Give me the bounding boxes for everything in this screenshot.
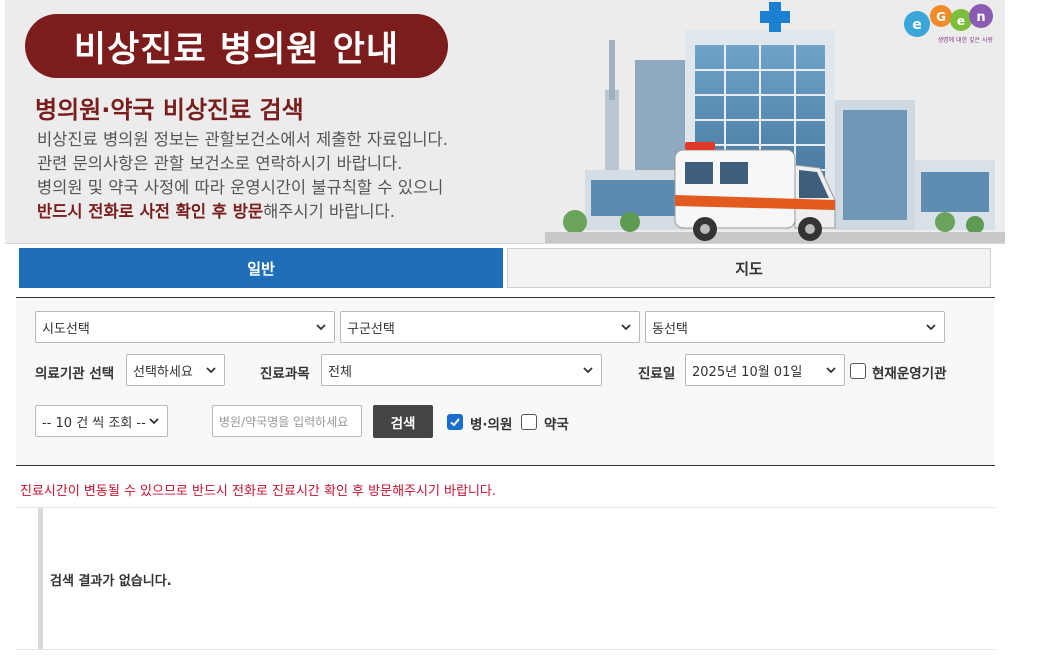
banner-line-1: 비상진료 병의원 정보는 관할보건소에서 제출한 자료입니다. bbox=[37, 130, 448, 149]
dong-select[interactable]: 동선택 bbox=[645, 311, 945, 343]
banner-line-4: 반드시 전화로 사전 확인 후 방문해주시기 바랍니다. bbox=[37, 200, 448, 224]
institution-select[interactable]: 선택하세요 bbox=[126, 354, 225, 386]
logo-tagline: 생명에 대한 깊은 사랑 bbox=[937, 37, 993, 44]
tab-map[interactable]: 지도 bbox=[507, 248, 991, 288]
banner: 비상진료 병의원 안내 병의원·약국 비상진료 검색 비상진료 병의원 정보는 … bbox=[5, 0, 1005, 244]
banner-line-4-rest: 해주시기 바랍니다. bbox=[263, 202, 395, 221]
svg-text:G: G bbox=[936, 10, 946, 24]
banner-subtitle: 병의원·약국 비상진료 검색 bbox=[35, 96, 304, 124]
search-panel: 시도선택 구군선택 동선택 의료기관 선택 선택하세요 진료과목 전체 진료일 … bbox=[16, 297, 995, 466]
institution-select-value: 선택하세요 bbox=[133, 364, 193, 380]
sido-select-value: 시도선택 bbox=[42, 321, 90, 337]
keyword-placeholder: 병원/약국명을 입력하세요 bbox=[219, 414, 349, 429]
check-icon bbox=[450, 418, 460, 427]
banner-line-4-strong: 반드시 전화로 사전 확인 후 방문 bbox=[37, 202, 264, 221]
banner-title: 비상진료 병의원 안내 bbox=[25, 14, 448, 78]
dong-select-value: 동선택 bbox=[652, 321, 688, 337]
open-now-checkbox[interactable] bbox=[850, 363, 866, 379]
open-now-label: 현재운영기관 bbox=[872, 366, 947, 382]
banner-line-3: 병의원 및 약국 사정에 따라 운영시간이 불규칙할 수 있으니 bbox=[37, 178, 444, 197]
department-select-value: 전체 bbox=[328, 364, 352, 380]
chevron-down-icon bbox=[149, 418, 159, 425]
banner-line-2: 관련 문의사항은 관할 보건소로 연락하시기 바랍니다. bbox=[37, 154, 403, 173]
date-label: 진료일 bbox=[638, 366, 676, 382]
institution-label: 의료기관 선택 bbox=[35, 366, 115, 382]
hospital-checkbox[interactable] bbox=[447, 414, 463, 430]
keyword-input[interactable]: 병원/약국명을 입력하세요 bbox=[212, 405, 362, 437]
results-panel: 검색 결과가 없습니다. bbox=[16, 507, 995, 650]
page-size-value: -- 10 건 씩 조회 -- bbox=[42, 415, 146, 431]
department-label: 진료과목 bbox=[260, 366, 310, 382]
svg-text:e: e bbox=[957, 14, 965, 28]
tab-general[interactable]: 일반 bbox=[19, 248, 503, 288]
empty-results-message: 검색 결과가 없습니다. bbox=[50, 574, 172, 589]
pharmacy-label: 약국 bbox=[544, 417, 569, 433]
chevron-down-icon bbox=[316, 324, 326, 331]
page-size-select[interactable]: -- 10 건 씩 조회 -- bbox=[35, 405, 168, 437]
gugun-select[interactable]: 구군선택 bbox=[340, 311, 640, 343]
chevron-down-icon bbox=[206, 367, 216, 374]
date-select[interactable]: 2025년 10월 01일 bbox=[685, 354, 845, 386]
search-button[interactable]: 검색 bbox=[373, 405, 433, 438]
pharmacy-checkbox[interactable] bbox=[521, 414, 537, 430]
chevron-down-icon bbox=[583, 367, 593, 374]
date-select-value: 2025년 10월 01일 bbox=[692, 364, 803, 380]
svg-text:e: e bbox=[912, 17, 922, 33]
svg-text:n: n bbox=[976, 10, 985, 25]
chevron-down-icon bbox=[926, 324, 936, 331]
gugun-select-value: 구군선택 bbox=[347, 321, 395, 337]
results-accent-bar bbox=[38, 508, 43, 649]
hospital-label: 병·의원 bbox=[470, 417, 513, 433]
chevron-down-icon bbox=[621, 324, 631, 331]
banner-description: 비상진료 병의원 정보는 관할보건소에서 제출한 자료입니다. 관련 문의사항은… bbox=[37, 128, 448, 224]
chevron-down-icon bbox=[826, 367, 836, 374]
department-select[interactable]: 전체 bbox=[321, 354, 602, 386]
notice-text: 진료시간이 변동될 수 있으므로 반드시 전화로 진료시간 확인 후 방문해주시… bbox=[20, 484, 497, 499]
sido-select[interactable]: 시도선택 bbox=[35, 311, 335, 343]
